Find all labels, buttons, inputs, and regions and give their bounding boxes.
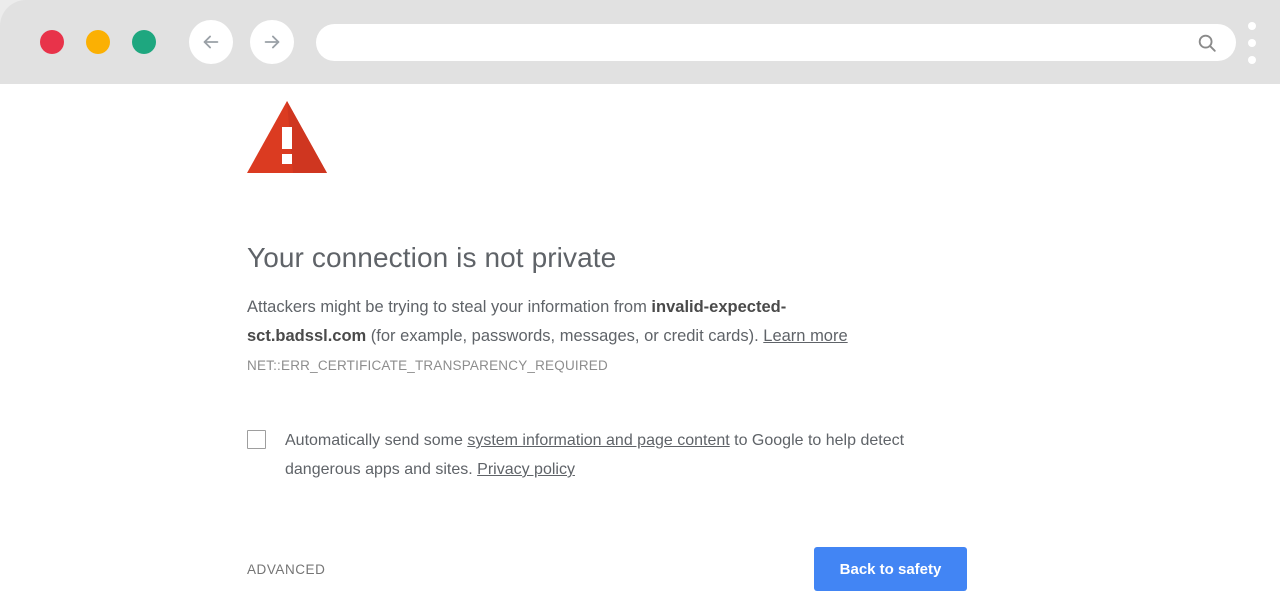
back-to-safety-button[interactable]: Back to safety: [814, 547, 967, 591]
browser-toolbar: [0, 0, 1280, 84]
system-information-link[interactable]: system information and page content: [467, 432, 729, 449]
page-content: Your connection is not private Attackers…: [0, 84, 1280, 600]
close-window-button[interactable]: [40, 30, 64, 54]
action-row: ADVANCED Back to safety: [247, 547, 967, 591]
navigation-buttons: [189, 20, 294, 64]
menu-dot-top: [1248, 22, 1256, 30]
menu-dot-middle: [1248, 39, 1256, 47]
warning-triangle-icon: [247, 101, 907, 178]
back-button[interactable]: [189, 20, 233, 64]
browser-menu-button[interactable]: [1244, 22, 1260, 64]
advanced-button[interactable]: ADVANCED: [247, 562, 325, 577]
arrow-left-icon: [200, 31, 222, 53]
address-bar[interactable]: [316, 24, 1236, 61]
description-suffix: (for example, passwords, messages, or cr…: [366, 327, 764, 345]
browser-window: Your connection is not private Attackers…: [0, 0, 1280, 600]
warning-description: Attackers might be trying to steal your …: [247, 293, 892, 351]
description-prefix: Attackers might be trying to steal your …: [247, 298, 652, 316]
ssl-interstitial: Your connection is not private Attackers…: [247, 101, 967, 591]
optin-text-before: Automatically send some: [285, 432, 468, 449]
learn-more-link[interactable]: Learn more: [763, 327, 847, 345]
forward-button[interactable]: [250, 20, 294, 64]
privacy-policy-link[interactable]: Privacy policy: [477, 461, 575, 478]
address-input[interactable]: [338, 24, 1190, 61]
error-code: NET::ERR_CERTIFICATE_TRANSPARENCY_REQUIR…: [247, 358, 608, 373]
page-title: Your connection is not private: [247, 242, 617, 273]
menu-dot-bottom: [1248, 56, 1256, 64]
arrow-right-icon: [261, 31, 283, 53]
search-icon[interactable]: [1190, 32, 1224, 54]
minimize-window-button[interactable]: [86, 30, 110, 54]
window-controls: [40, 30, 156, 54]
send-report-label: Automatically send some system informati…: [285, 426, 907, 484]
safe-browsing-optin: Automatically send some system informati…: [247, 426, 907, 484]
maximize-window-button[interactable]: [132, 30, 156, 54]
send-report-checkbox[interactable]: [247, 430, 266, 449]
